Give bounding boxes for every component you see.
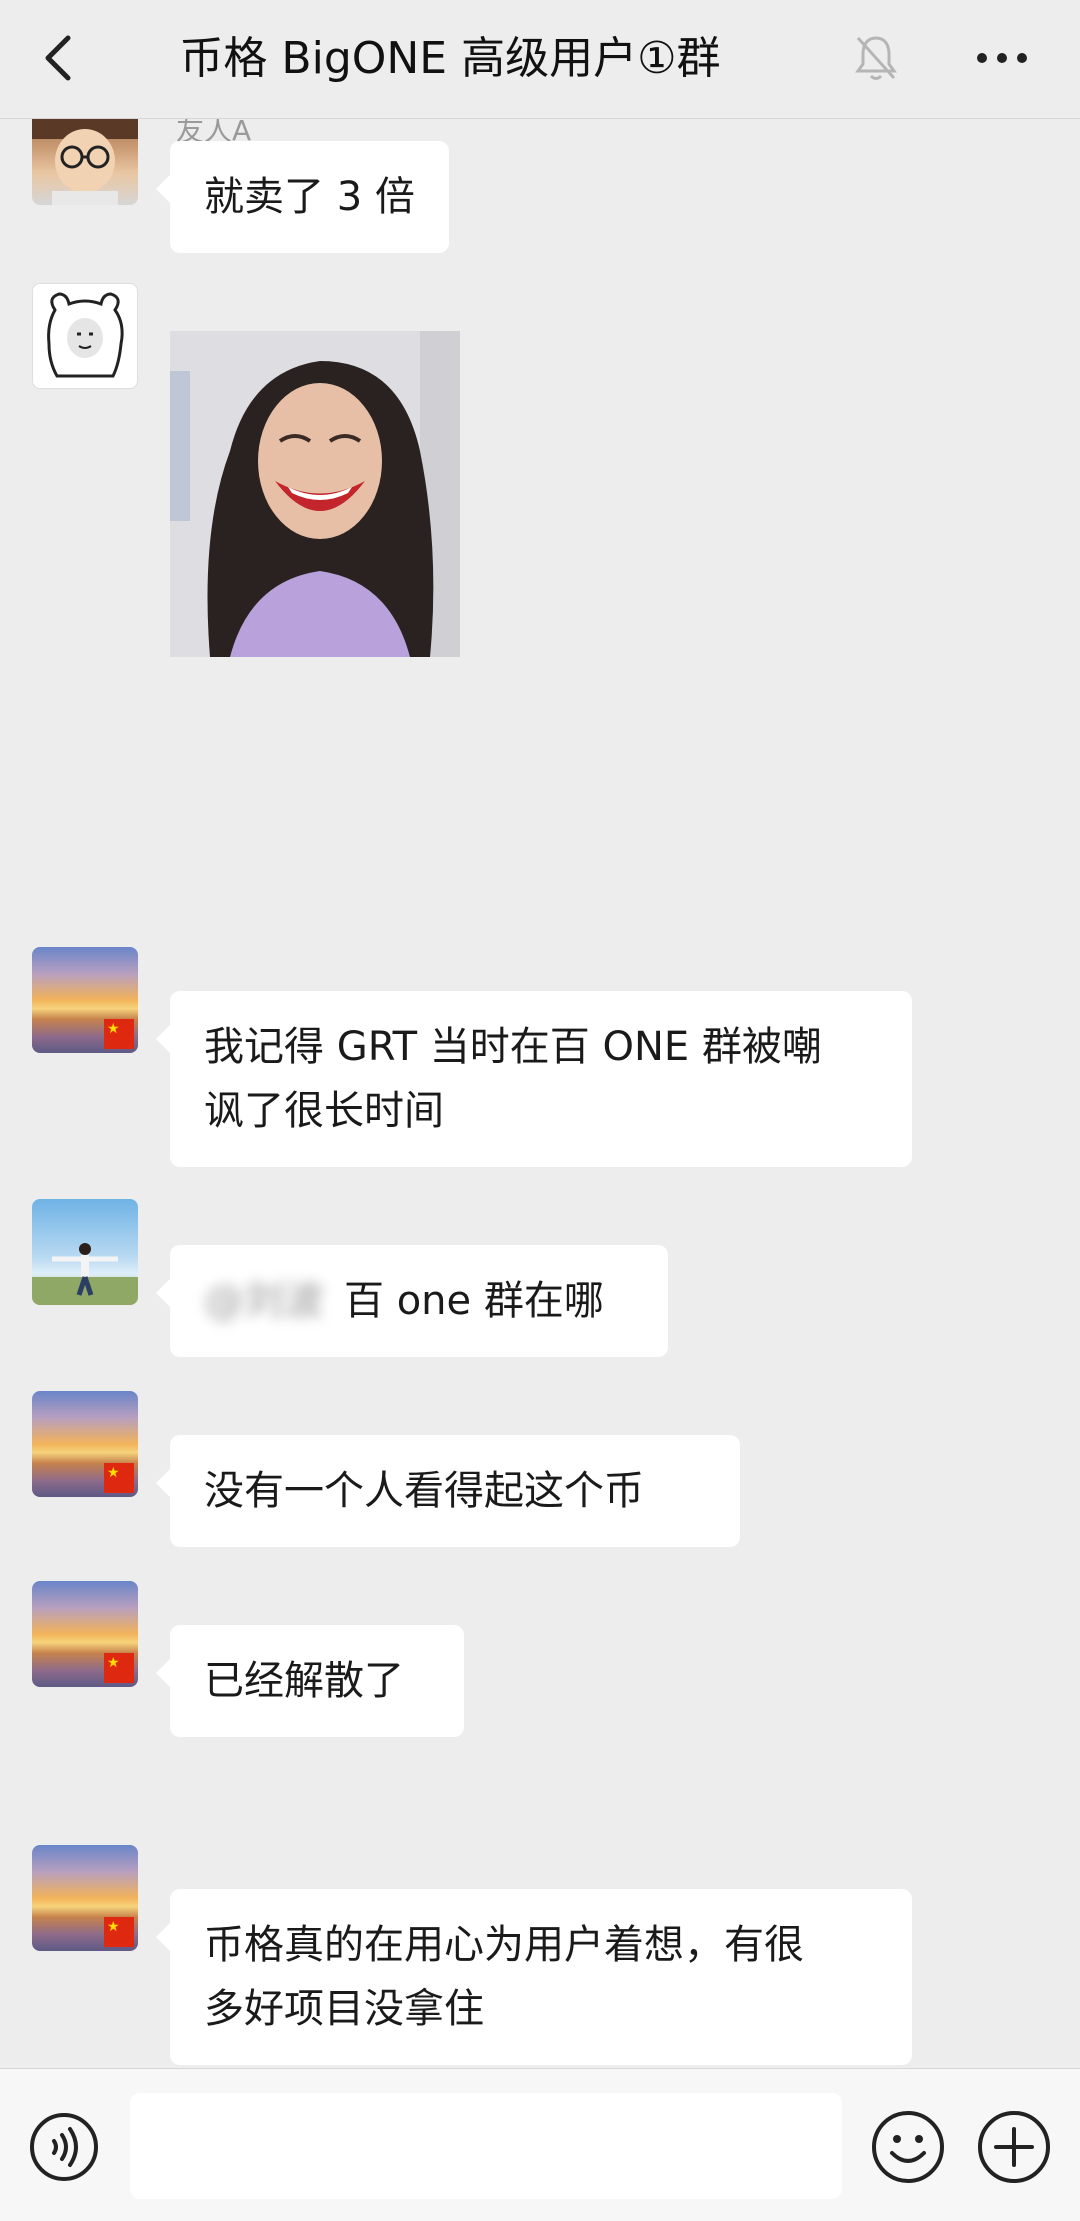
message-bubble[interactable]: 没有一个人看得起这个币 [156,1435,740,1547]
message-bubble[interactable]: @刘波百 one 群在哪 [156,1245,668,1357]
chat-title: 币格 BigONE 高级用户①群 [179,33,721,84]
laughing-person-photo[interactable] [170,331,460,657]
sunset-avatar[interactable]: ★ [32,1391,138,1497]
sunset-avatar[interactable]: ★ [32,947,138,1053]
message-bubble[interactable]: 币格真的在用心为用户着想，有很 多好项目没拿住 [156,1889,912,2065]
message-text-line: 我记得 GRT 当时在百 ONE 群被嘲 [204,1024,822,1070]
emoji-icon[interactable] [870,2109,946,2185]
more-options-icon[interactable] [972,34,1032,82]
message-text-line: 讽了很长时间 [204,1088,444,1134]
chat-messages[interactable]: 友人A 就卖了 3 倍 ★ 我记得 GRT 当时在百 ONE 群被嘲 讽了很长时… [0,119,1080,2067]
bear-meme-avatar[interactable] [32,283,138,389]
message-bubble[interactable]: 就卖了 3 倍 [156,141,449,253]
voice-icon[interactable] [28,2111,100,2183]
sunset-avatar[interactable]: ★ [32,1845,138,1951]
flag-icon: ★ [104,1653,134,1683]
message-input[interactable] [130,2093,842,2199]
message-bubble[interactable]: 我记得 GRT 当时在百 ONE 群被嘲 讽了很长时间 [156,991,912,1167]
message-row: 友人A 就卖了 3 倍 [0,119,1080,279]
chat-header: 币格 BigONE 高级用户①群 [0,0,1080,119]
message-text: 百 one 群在哪 [344,1278,604,1324]
anime-avatar[interactable] [32,119,138,205]
message-text-line: 多好项目没拿住 [204,1986,484,2032]
message-text-line: 币格真的在用心为用户着想，有很 [204,1922,804,1968]
back-chevron-icon[interactable] [30,28,90,88]
message-bubble[interactable]: 已经解散了 [156,1625,464,1737]
plus-icon[interactable] [976,2109,1052,2185]
message-text: 没有一个人看得起这个币 [204,1468,644,1514]
bell-muted-icon [852,32,900,84]
flag-icon: ★ [104,1917,134,1947]
input-bar [0,2068,1080,2221]
flag-icon: ★ [104,1463,134,1493]
message-text: 已经解散了 [204,1658,404,1704]
man-sky-avatar[interactable] [32,1199,138,1305]
message-text: 就卖了 3 倍 [204,174,415,220]
sunset-avatar[interactable]: ★ [32,1581,138,1687]
mention-blurred: @刘波 [204,1278,324,1324]
flag-icon: ★ [104,1019,134,1049]
